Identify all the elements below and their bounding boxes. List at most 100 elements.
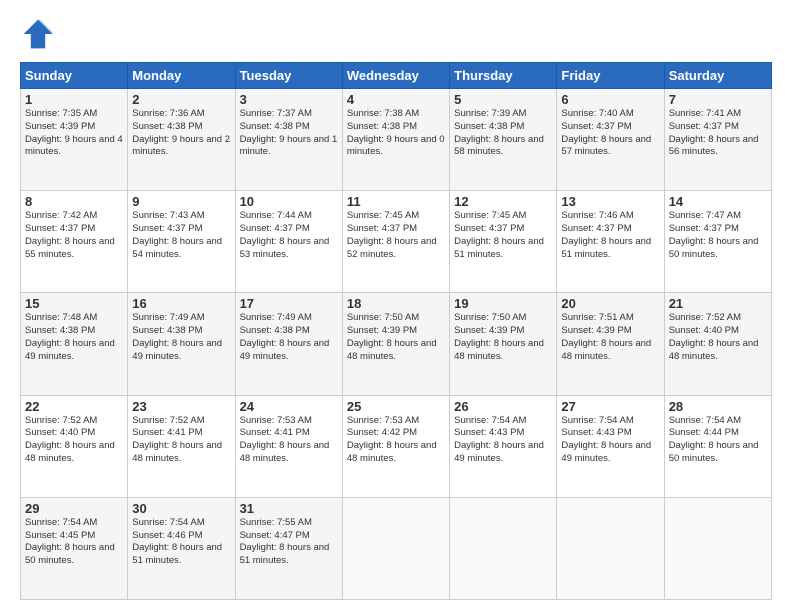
day-detail: Sunrise: 7:46 AMSunset: 4:37 PMDaylight:… [561, 210, 659, 261]
day-detail: Sunrise: 7:39 AMSunset: 4:38 PMDaylight:… [454, 108, 552, 159]
day-number: 27 [561, 399, 659, 414]
day-detail: Sunrise: 7:37 AMSunset: 4:38 PMDaylight:… [240, 108, 338, 159]
calendar-cell: 15Sunrise: 7:48 AMSunset: 4:38 PMDayligh… [21, 293, 128, 395]
logo [20, 16, 60, 52]
day-detail: Sunrise: 7:54 AMSunset: 4:43 PMDaylight:… [454, 415, 552, 466]
calendar-cell: 22Sunrise: 7:52 AMSunset: 4:40 PMDayligh… [21, 395, 128, 497]
calendar-cell: 4Sunrise: 7:38 AMSunset: 4:38 PMDaylight… [342, 89, 449, 191]
day-number: 25 [347, 399, 445, 414]
day-detail: Sunrise: 7:54 AMSunset: 4:45 PMDaylight:… [25, 517, 123, 568]
weekday-header-row: SundayMondayTuesdayWednesdayThursdayFrid… [21, 63, 772, 89]
day-detail: Sunrise: 7:45 AMSunset: 4:37 PMDaylight:… [454, 210, 552, 261]
day-number: 1 [25, 92, 123, 107]
calendar-week-2: 8Sunrise: 7:42 AMSunset: 4:37 PMDaylight… [21, 191, 772, 293]
day-detail: Sunrise: 7:53 AMSunset: 4:41 PMDaylight:… [240, 415, 338, 466]
calendar-cell: 13Sunrise: 7:46 AMSunset: 4:37 PMDayligh… [557, 191, 664, 293]
day-number: 24 [240, 399, 338, 414]
calendar-cell: 11Sunrise: 7:45 AMSunset: 4:37 PMDayligh… [342, 191, 449, 293]
day-number: 8 [25, 194, 123, 209]
calendar-cell: 19Sunrise: 7:50 AMSunset: 4:39 PMDayligh… [450, 293, 557, 395]
day-detail: Sunrise: 7:35 AMSunset: 4:39 PMDaylight:… [25, 108, 123, 159]
day-detail: Sunrise: 7:41 AMSunset: 4:37 PMDaylight:… [669, 108, 767, 159]
day-number: 3 [240, 92, 338, 107]
day-number: 19 [454, 296, 552, 311]
day-detail: Sunrise: 7:52 AMSunset: 4:40 PMDaylight:… [25, 415, 123, 466]
calendar-cell: 6Sunrise: 7:40 AMSunset: 4:37 PMDaylight… [557, 89, 664, 191]
day-number: 18 [347, 296, 445, 311]
calendar-cell: 29Sunrise: 7:54 AMSunset: 4:45 PMDayligh… [21, 497, 128, 599]
day-detail: Sunrise: 7:52 AMSunset: 4:41 PMDaylight:… [132, 415, 230, 466]
day-detail: Sunrise: 7:55 AMSunset: 4:47 PMDaylight:… [240, 517, 338, 568]
calendar-cell: 28Sunrise: 7:54 AMSunset: 4:44 PMDayligh… [664, 395, 771, 497]
day-detail: Sunrise: 7:49 AMSunset: 4:38 PMDaylight:… [240, 312, 338, 363]
logo-icon [20, 16, 56, 52]
day-number: 14 [669, 194, 767, 209]
day-number: 26 [454, 399, 552, 414]
day-number: 11 [347, 194, 445, 209]
day-detail: Sunrise: 7:36 AMSunset: 4:38 PMDaylight:… [132, 108, 230, 159]
day-detail: Sunrise: 7:50 AMSunset: 4:39 PMDaylight:… [454, 312, 552, 363]
day-number: 17 [240, 296, 338, 311]
day-detail: Sunrise: 7:49 AMSunset: 4:38 PMDaylight:… [132, 312, 230, 363]
calendar-cell [664, 497, 771, 599]
calendar-cell: 27Sunrise: 7:54 AMSunset: 4:43 PMDayligh… [557, 395, 664, 497]
day-detail: Sunrise: 7:54 AMSunset: 4:46 PMDaylight:… [132, 517, 230, 568]
day-detail: Sunrise: 7:54 AMSunset: 4:43 PMDaylight:… [561, 415, 659, 466]
calendar-cell: 30Sunrise: 7:54 AMSunset: 4:46 PMDayligh… [128, 497, 235, 599]
day-number: 13 [561, 194, 659, 209]
calendar-cell: 2Sunrise: 7:36 AMSunset: 4:38 PMDaylight… [128, 89, 235, 191]
day-number: 20 [561, 296, 659, 311]
weekday-header-sunday: Sunday [21, 63, 128, 89]
weekday-header-monday: Monday [128, 63, 235, 89]
calendar-cell: 25Sunrise: 7:53 AMSunset: 4:42 PMDayligh… [342, 395, 449, 497]
header [20, 16, 772, 52]
day-number: 23 [132, 399, 230, 414]
day-detail: Sunrise: 7:52 AMSunset: 4:40 PMDaylight:… [669, 312, 767, 363]
day-detail: Sunrise: 7:50 AMSunset: 4:39 PMDaylight:… [347, 312, 445, 363]
calendar-cell [342, 497, 449, 599]
day-detail: Sunrise: 7:53 AMSunset: 4:42 PMDaylight:… [347, 415, 445, 466]
calendar-cell: 20Sunrise: 7:51 AMSunset: 4:39 PMDayligh… [557, 293, 664, 395]
day-detail: Sunrise: 7:45 AMSunset: 4:37 PMDaylight:… [347, 210, 445, 261]
day-number: 5 [454, 92, 552, 107]
day-number: 4 [347, 92, 445, 107]
weekday-header-tuesday: Tuesday [235, 63, 342, 89]
weekday-header-saturday: Saturday [664, 63, 771, 89]
calendar-cell: 12Sunrise: 7:45 AMSunset: 4:37 PMDayligh… [450, 191, 557, 293]
day-number: 12 [454, 194, 552, 209]
day-detail: Sunrise: 7:38 AMSunset: 4:38 PMDaylight:… [347, 108, 445, 159]
calendar-cell: 24Sunrise: 7:53 AMSunset: 4:41 PMDayligh… [235, 395, 342, 497]
day-detail: Sunrise: 7:48 AMSunset: 4:38 PMDaylight:… [25, 312, 123, 363]
calendar-week-5: 29Sunrise: 7:54 AMSunset: 4:45 PMDayligh… [21, 497, 772, 599]
calendar-week-3: 15Sunrise: 7:48 AMSunset: 4:38 PMDayligh… [21, 293, 772, 395]
day-number: 28 [669, 399, 767, 414]
day-number: 30 [132, 501, 230, 516]
day-number: 31 [240, 501, 338, 516]
calendar-cell [557, 497, 664, 599]
day-number: 7 [669, 92, 767, 107]
calendar-cell: 16Sunrise: 7:49 AMSunset: 4:38 PMDayligh… [128, 293, 235, 395]
day-detail: Sunrise: 7:43 AMSunset: 4:37 PMDaylight:… [132, 210, 230, 261]
calendar-cell: 1Sunrise: 7:35 AMSunset: 4:39 PMDaylight… [21, 89, 128, 191]
calendar-cell: 5Sunrise: 7:39 AMSunset: 4:38 PMDaylight… [450, 89, 557, 191]
day-number: 21 [669, 296, 767, 311]
day-number: 6 [561, 92, 659, 107]
day-number: 10 [240, 194, 338, 209]
day-number: 29 [25, 501, 123, 516]
day-detail: Sunrise: 7:47 AMSunset: 4:37 PMDaylight:… [669, 210, 767, 261]
day-detail: Sunrise: 7:40 AMSunset: 4:37 PMDaylight:… [561, 108, 659, 159]
calendar-cell: 10Sunrise: 7:44 AMSunset: 4:37 PMDayligh… [235, 191, 342, 293]
calendar-cell: 3Sunrise: 7:37 AMSunset: 4:38 PMDaylight… [235, 89, 342, 191]
day-detail: Sunrise: 7:51 AMSunset: 4:39 PMDaylight:… [561, 312, 659, 363]
calendar-week-4: 22Sunrise: 7:52 AMSunset: 4:40 PMDayligh… [21, 395, 772, 497]
day-number: 15 [25, 296, 123, 311]
calendar-cell: 21Sunrise: 7:52 AMSunset: 4:40 PMDayligh… [664, 293, 771, 395]
calendar-cell: 18Sunrise: 7:50 AMSunset: 4:39 PMDayligh… [342, 293, 449, 395]
calendar-cell: 8Sunrise: 7:42 AMSunset: 4:37 PMDaylight… [21, 191, 128, 293]
weekday-header-friday: Friday [557, 63, 664, 89]
day-number: 22 [25, 399, 123, 414]
calendar-table: SundayMondayTuesdayWednesdayThursdayFrid… [20, 62, 772, 600]
day-detail: Sunrise: 7:44 AMSunset: 4:37 PMDaylight:… [240, 210, 338, 261]
page: SundayMondayTuesdayWednesdayThursdayFrid… [0, 0, 792, 612]
day-number: 9 [132, 194, 230, 209]
